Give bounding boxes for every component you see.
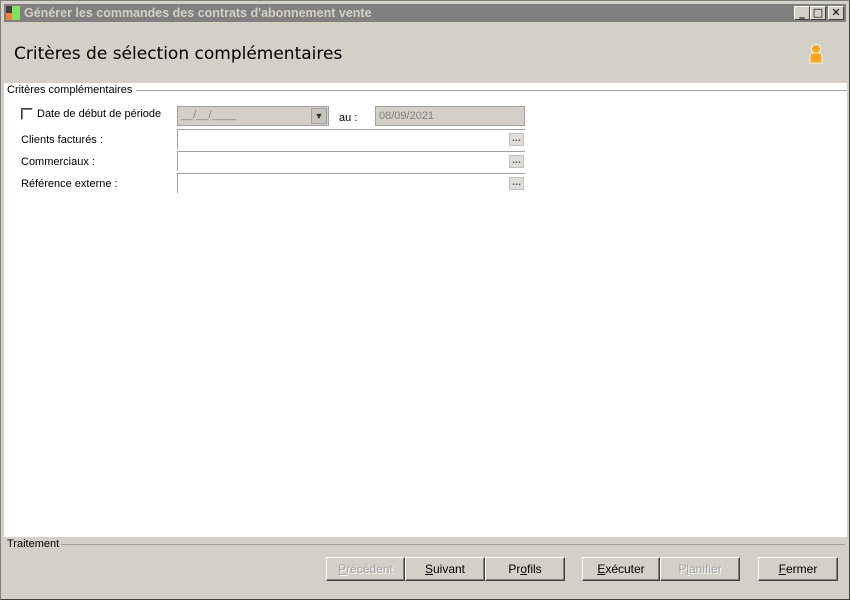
profils-button[interactable]: Profils [485,557,565,581]
date-debut-label: Date de début de période [37,108,162,120]
close-button[interactable]: ✕ [828,6,844,20]
group-divider [134,90,847,91]
precedent-button[interactable]: Précédent [326,557,405,581]
app-icon [6,6,20,20]
criteria-panel: Critères complémentaires Date de début d… [4,83,847,537]
ellipsis-button[interactable]: ... [509,177,524,190]
reference-input[interactable]: ... [177,173,525,193]
window-title: Générer les commandes des contrats d'abo… [24,6,372,20]
executer-button[interactable]: Exécuter [582,557,660,581]
maximize-button[interactable]: □ [810,6,826,20]
date-from-field[interactable]: __/__/____ ▼ [177,106,329,126]
suivant-button[interactable]: Suivant [405,557,485,581]
user-icon[interactable] [808,43,824,67]
title-bar: Générer les commandes des contrats d'abo… [4,4,846,22]
chevron-down-icon[interactable]: ▼ [311,108,327,124]
clients-input[interactable]: ... [177,129,525,149]
reference-label: Référence externe : [21,178,118,190]
date-debut-checkbox[interactable] [21,108,33,120]
window: Générer les commandes des contrats d'abo… [0,0,850,600]
commerciaux-label: Commerciaux : [21,156,95,168]
fermer-button[interactable]: Fermer [758,557,838,581]
ellipsis-button[interactable]: ... [509,155,524,168]
au-label: au : [339,112,358,124]
date-from-value: __/__/____ [181,109,237,121]
page-title: Critères de sélection complémentaires [14,44,343,64]
ellipsis-button[interactable]: ... [509,133,524,146]
planifier-button[interactable]: Planifier [660,557,740,581]
commerciaux-input[interactable]: ... [177,151,525,171]
date-to-field[interactable]: 08/09/2021 [375,106,525,126]
group-legend: Critères complémentaires [7,84,137,96]
footer-divider [61,544,845,545]
clients-label: Clients facturés : [21,134,103,146]
header: Critères de sélection complémentaires [4,23,846,83]
minimize-button[interactable]: _ [794,6,810,20]
footer-legend: Traitement [7,538,60,550]
